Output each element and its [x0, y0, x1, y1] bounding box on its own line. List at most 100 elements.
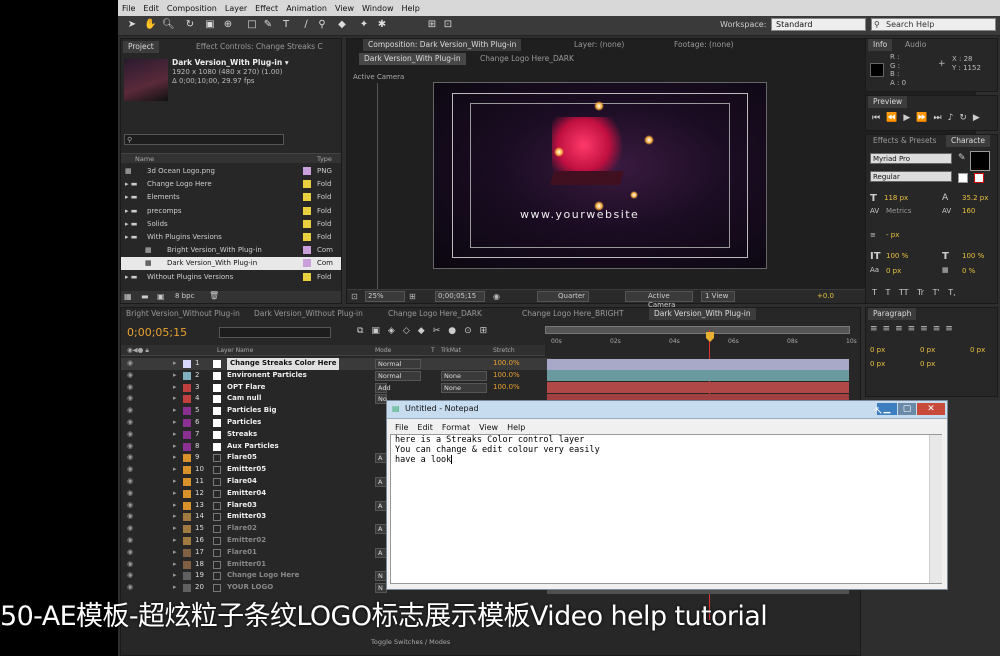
label-color[interactable] — [303, 219, 311, 228]
project-item[interactable]: ▸ ▬ Elements Fold — [121, 191, 341, 204]
expand-icon[interactable]: ▸ — [173, 476, 177, 488]
breadcrumb-dark-version[interactable]: Dark Version_With Plug-in — [359, 53, 466, 65]
layer-label-color[interactable] — [183, 430, 191, 439]
project-item[interactable]: ▸ ▬ With Plugins Versions Fold — [121, 231, 341, 244]
tab-composition[interactable]: Composition: Dark Version_With Plug-in — [363, 39, 522, 51]
workspace-select[interactable]: Standard — [771, 18, 866, 31]
timeline-layer-row[interactable]: ◉ ▸ 2 Environent Particles Normal None 100.0% — [121, 370, 551, 382]
expand-icon[interactable]: ▸ — [173, 382, 177, 394]
rotate-tool-icon[interactable]: ↻ — [184, 19, 196, 31]
layer-duration-bar[interactable] — [547, 370, 849, 382]
expand-icon[interactable]: ▸ — [173, 452, 177, 464]
first-frame-icon[interactable]: ⏮ — [872, 113, 886, 123]
layer-name[interactable]: Aux Particles — [227, 441, 279, 453]
visibility-icon[interactable]: ◉ — [127, 559, 133, 571]
audio-icon[interactable]: ♪ — [948, 113, 960, 123]
visibility-icon[interactable]: ◉ — [127, 441, 133, 453]
brush-tool-icon[interactable]: ∕ — [300, 19, 312, 31]
eyedropper-icon[interactable]: ✎ — [958, 153, 966, 163]
next-frame-icon[interactable]: ⏩ — [916, 113, 933, 123]
label-color[interactable] — [303, 206, 311, 215]
visibility-icon[interactable]: ◉ — [127, 358, 133, 370]
layer-label-color[interactable] — [183, 383, 191, 392]
visibility-icon[interactable]: ◉ — [127, 570, 133, 582]
tsume-value[interactable]: 0 % — [962, 267, 975, 275]
composition-viewer[interactable]: www.yourwebsite — [433, 82, 767, 269]
camera-view-select[interactable]: Active Camera — [625, 291, 693, 309]
project-search-input[interactable]: ⚲ — [124, 134, 284, 145]
menu-layer[interactable]: Layer — [225, 4, 247, 13]
search-help-input[interactable]: Search Help — [871, 18, 996, 31]
tracking-value[interactable]: 160 — [962, 207, 975, 215]
visibility-icon[interactable]: ◉ — [127, 382, 133, 394]
menu-view[interactable]: View — [335, 4, 354, 13]
clone-tool-icon[interactable]: ⚲ — [316, 19, 328, 31]
expand-icon[interactable]: ▸ — [173, 429, 177, 441]
expand-icon[interactable]: ▸ — [173, 488, 177, 500]
selection-tool-icon[interactable]: ➤ — [126, 19, 138, 31]
trash-icon[interactable]: 🗑︎ — [209, 291, 219, 300]
expand-icon[interactable]: ▸ — [173, 559, 177, 571]
layer-stretch-value[interactable]: 100.0% — [493, 370, 520, 382]
layer-label-color[interactable] — [183, 548, 191, 557]
visibility-icon[interactable]: ◉ — [127, 476, 133, 488]
layer-name[interactable]: Flare04 — [227, 476, 257, 488]
alignment-buttons[interactable]: ≡≡≡≡≡≡≡ — [870, 324, 958, 334]
layer-name[interactable]: YOUR LOGO — [227, 582, 273, 594]
snapshot-icon[interactable]: ◉ — [493, 292, 500, 301]
timeline-layer-row[interactable]: ◉ ▸ 1 Change Streaks Color Here Normal 100.0% — [121, 358, 551, 370]
layer-label-color[interactable] — [183, 489, 191, 498]
layer-stretch-value[interactable]: 100.0% — [493, 382, 520, 394]
type-style-buttons[interactable]: T T TT Tr T' T, — [872, 288, 956, 297]
expand-icon[interactable]: ▸ — [173, 417, 177, 429]
visibility-icon[interactable]: ◉ — [127, 535, 133, 547]
faux-bold-button[interactable]: T — [872, 288, 877, 297]
expand-icon[interactable]: ▸ — [173, 464, 177, 476]
layer-name[interactable]: Change Streaks Color Here — [227, 358, 340, 370]
maximize-button[interactable]: ▢ — [898, 403, 916, 415]
layer-label-color[interactable] — [183, 513, 191, 522]
last-frame-icon[interactable]: ⏭ — [933, 113, 947, 123]
prev-frame-icon[interactable]: ⏪ — [886, 113, 903, 123]
timeline-switches[interactable]: ⧉▣◈◇◆✂●⊙⊞ — [357, 326, 495, 336]
expand-icon[interactable]: ▸ — [173, 370, 177, 382]
font-family-select[interactable]: Myriad Pro — [870, 153, 952, 164]
vertical-scale-value[interactable]: 100 % — [886, 252, 908, 260]
exposure-value[interactable]: +0.0 — [817, 292, 834, 300]
notepad-titlebar[interactable]: ▤ Untitled - Notepad ▁ ▢ ✕ — [387, 401, 947, 419]
visibility-icon[interactable]: ◉ — [127, 500, 133, 512]
layer-name[interactable]: Streaks — [227, 429, 257, 441]
visibility-icon[interactable]: ◉ — [127, 452, 133, 464]
label-color[interactable] — [303, 246, 311, 255]
visibility-icon[interactable]: ◉ — [127, 511, 133, 523]
resolution-select[interactable]: Quarter — [537, 291, 589, 302]
menu-composition[interactable]: Composition — [167, 4, 217, 13]
expand-icon[interactable]: ▸ — [173, 535, 177, 547]
layer-trkmat-select[interactable]: None — [441, 382, 487, 393]
layer-name[interactable]: Emitter01 — [227, 559, 266, 571]
tab-project[interactable]: Project — [123, 41, 159, 53]
layer-duration-bar[interactable] — [547, 358, 849, 370]
menu-edit[interactable]: Edit — [143, 4, 159, 13]
menu-help[interactable]: Help — [402, 4, 420, 13]
tab-paragraph[interactable]: Paragraph — [868, 308, 917, 320]
tab-layer[interactable]: Layer: (none) — [569, 39, 629, 51]
project-item[interactable]: ▸ ▬ Without Plugins Versions Fold — [121, 271, 341, 284]
expand-icon[interactable]: ▸ — [173, 511, 177, 523]
visibility-icon[interactable]: ◉ — [127, 417, 133, 429]
layer-name[interactable]: Flare02 — [227, 523, 257, 535]
tab-audio[interactable]: Audio — [900, 39, 931, 51]
expand-icon[interactable]: ▸ — [173, 582, 177, 594]
camera-tool-icon[interactable]: ▣ — [204, 19, 216, 31]
space-before-value[interactable]: 0 px — [870, 360, 885, 368]
stroke-color-swatch[interactable] — [958, 173, 968, 183]
horizontal-scale-value[interactable]: 100 % — [962, 252, 984, 260]
visibility-icon[interactable]: ◉ — [127, 429, 133, 441]
zoom-tool-icon[interactable]: 🔍︎ — [162, 19, 175, 31]
timeline-tab[interactable]: Change Logo Here_DARK — [383, 308, 487, 320]
timeline-tab[interactable]: Dark Version_With Plug-in — [649, 308, 756, 320]
notepad-menu-format[interactable]: Format — [442, 421, 470, 434]
layer-name[interactable]: Particles Big — [227, 405, 277, 417]
all-caps-button[interactable]: TT — [899, 288, 909, 297]
tab-effects-presets[interactable]: Effects & Presets — [868, 135, 941, 147]
